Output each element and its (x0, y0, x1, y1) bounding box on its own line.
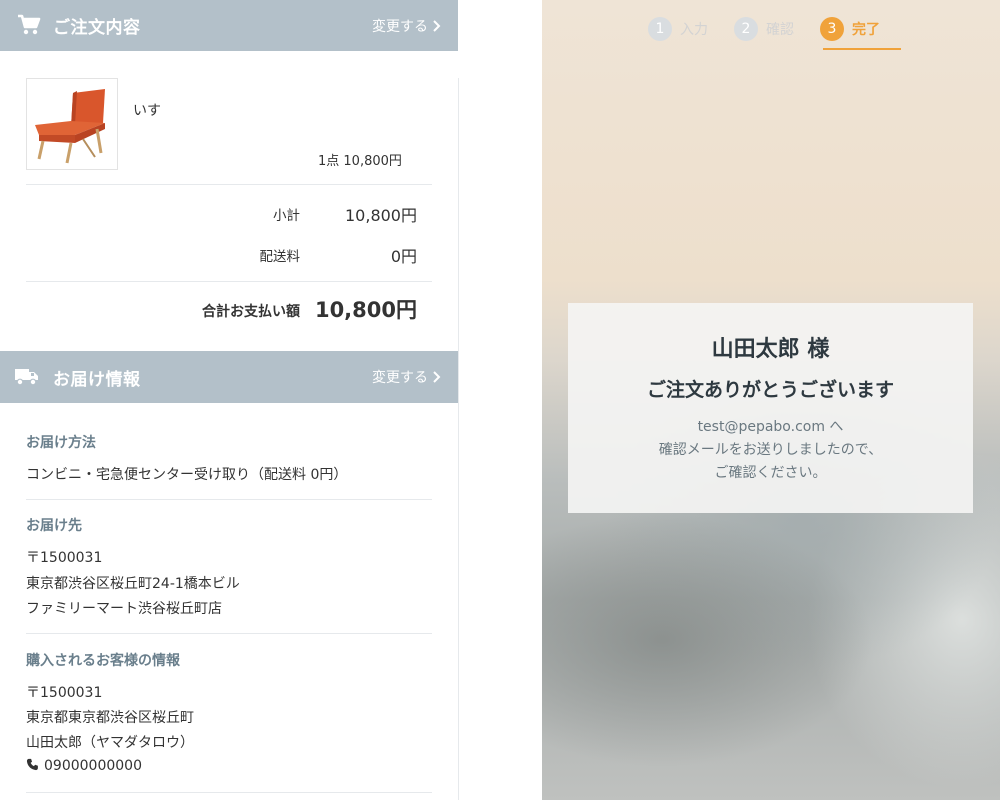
customer-greeting: 山田太郎 様 (711, 337, 830, 362)
delivery-change-label: 変更する (372, 370, 428, 386)
step-number: 3 (820, 17, 844, 41)
step-label: 入力 (680, 22, 708, 38)
destination-store: ファミリーマート渋谷桜丘町店 (26, 601, 222, 617)
total-label: 合計お支払い額 (202, 304, 300, 320)
thank-you-message: ご注文ありがとうございます (646, 379, 894, 401)
thank-you-card: 山田太郎 様 ご注文ありがとうございます test@pepabo.com へ 確… (568, 303, 973, 513)
step-complete: 3 完了 (820, 14, 880, 44)
customer-address: 東京都東京都渋谷区桜丘町 (26, 710, 194, 726)
order-change-label: 変更する (372, 18, 428, 35)
order-section-title: ご注文内容 (53, 18, 141, 38)
confirmation-line-1: 確認メールをお送りしましたので、 (658, 442, 883, 458)
delivery-section-title: お届け情報 (53, 369, 141, 390)
gutter (458, 0, 542, 800)
shipping-label: 配送料 (259, 249, 301, 265)
destination-postal: 〒1500031 (26, 550, 103, 566)
checkout-steps: 1 入力 2 確認 3 完了 (648, 14, 906, 44)
destination-address: 東京都渋谷区桜丘町24-1橋本ビル (26, 576, 240, 592)
chevron-right-icon (433, 371, 441, 383)
divider (26, 281, 432, 282)
delivery-change-link[interactable]: 変更する (372, 367, 442, 387)
delivery-method-value: コンビニ・宅急便センター受け取り（配送料 0円） (26, 467, 348, 483)
confirmation-note: test@pepabo.com へ 確認メールをお送りしましたので、 ご確認くだ… (568, 416, 973, 485)
total-value: 10,800円 (314, 298, 417, 322)
delivery-method-label: お届け方法 (26, 435, 96, 451)
product-quantity-price: 1点 10,800円 (318, 154, 402, 169)
order-summary-panel: ご注文内容 変更する いす 1点 10,800円 小計 10,800円 配送料 … (0, 0, 459, 800)
panel-divider (458, 78, 459, 800)
divider (26, 792, 432, 793)
delivery-section-header: お届け情報 変更する (0, 351, 458, 403)
product-image (26, 78, 118, 170)
subtotal-value: 10,800円 (345, 206, 417, 225)
active-step-underline (823, 48, 901, 50)
divider (26, 633, 432, 634)
step-label: 確認 (766, 22, 794, 38)
truck-icon (15, 369, 38, 386)
step-input: 1 入力 (648, 14, 708, 44)
step-number: 1 (648, 17, 672, 41)
confirmation-email: test@pepabo.com へ (697, 419, 844, 435)
order-section-header: ご注文内容 変更する (0, 0, 458, 51)
chevron-right-icon (433, 19, 441, 32)
customer-name: 山田太郎（ヤマダタロウ） (26, 735, 194, 751)
divider (26, 184, 432, 185)
customer-phone: 09000000000 (44, 758, 142, 774)
shipping-value: 0円 (390, 247, 417, 266)
customer-phone-row: 09000000000 (26, 758, 142, 774)
phone-icon (26, 758, 38, 771)
step-label: 完了 (852, 22, 880, 38)
chair-image (27, 79, 117, 169)
product-name: いす (133, 103, 161, 119)
divider (26, 499, 432, 500)
step-number: 2 (734, 17, 758, 41)
cart-icon (18, 14, 41, 35)
subtotal-label: 小計 (273, 208, 300, 224)
customer-info-label: 購入されるお客様の情報 (26, 653, 180, 669)
destination-label: お届け先 (26, 518, 82, 534)
confirmation-line-2: ご確認ください。 (714, 465, 827, 481)
step-confirm: 2 確認 (734, 14, 794, 44)
order-change-link[interactable]: 変更する (372, 16, 442, 36)
customer-postal: 〒1500031 (26, 685, 103, 701)
